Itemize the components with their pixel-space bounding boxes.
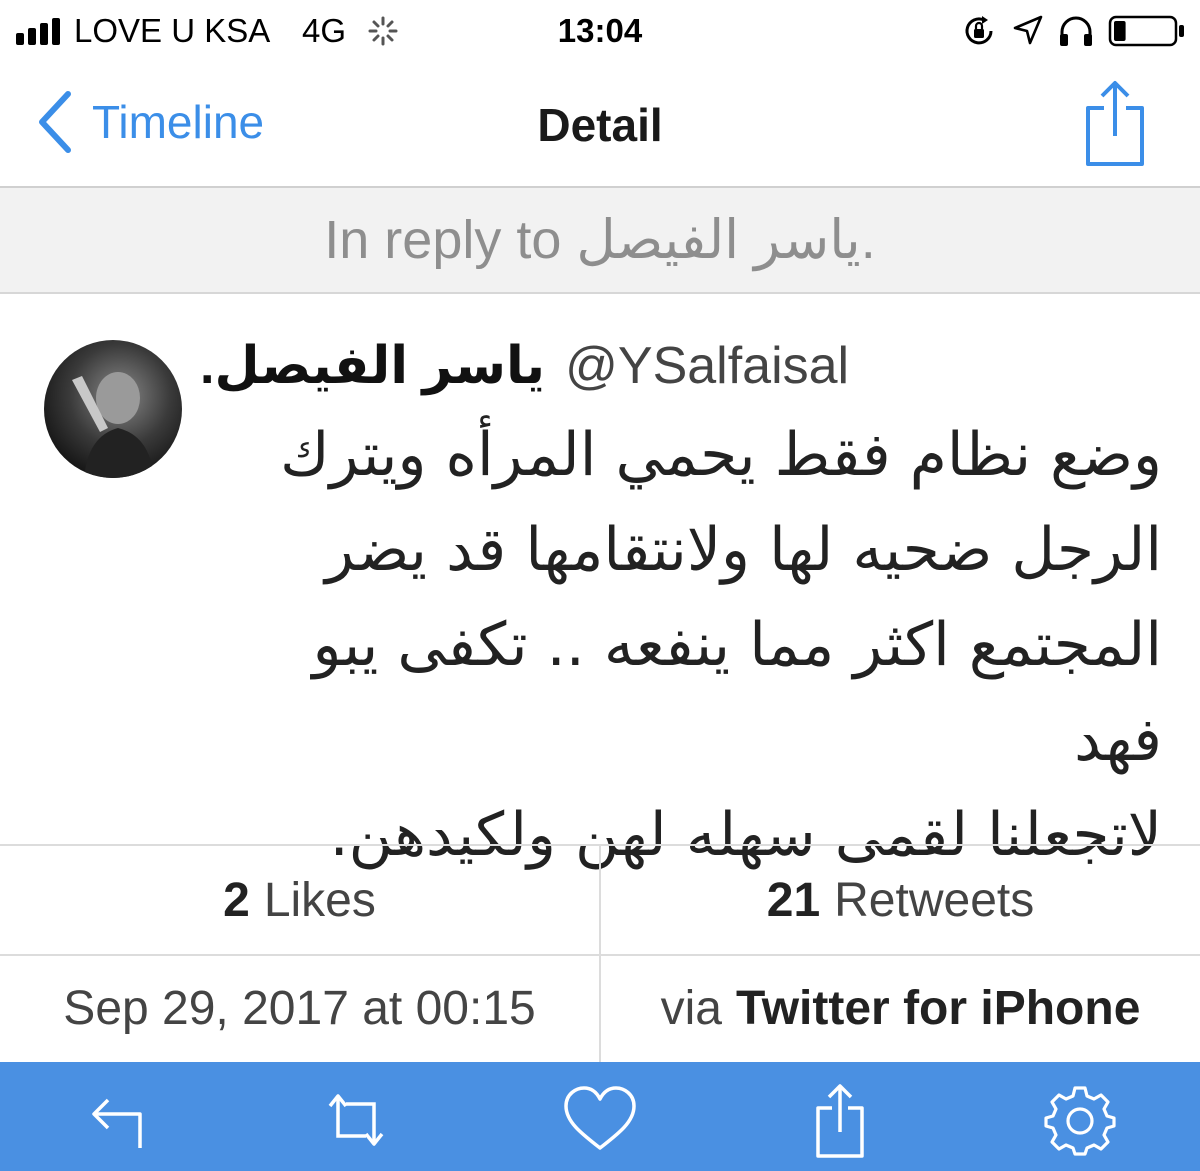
source-app: Twitter for iPhone bbox=[735, 981, 1141, 1035]
retweets-label: Retweets bbox=[834, 873, 1035, 927]
retweet-button[interactable] bbox=[318, 1082, 394, 1158]
likes-label: Likes bbox=[263, 873, 376, 927]
status-bar: LOVE U KSA 4G 13:04 bbox=[0, 0, 1200, 62]
heart-icon bbox=[564, 1086, 636, 1150]
tweet-text-line: المجتمع اكثر مما ينفعه .. تكفى يبو فهد bbox=[312, 610, 1163, 775]
author-display-name: ياسر الفيصل. bbox=[200, 337, 546, 395]
share-icon bbox=[816, 1084, 864, 1158]
tweet-text-line: وضع نظام فقط يحمي المرأه ويترك bbox=[280, 420, 1162, 490]
retweets-count: 21 bbox=[766, 873, 821, 927]
tweet-timestamp: Sep 29, 2017 at 00:15 bbox=[63, 981, 536, 1035]
headphones-icon bbox=[1060, 16, 1092, 46]
reply-button[interactable] bbox=[82, 1082, 158, 1158]
settings-button[interactable] bbox=[1042, 1082, 1118, 1158]
tweet-source[interactable]: via Twitter for iPhone bbox=[599, 954, 1200, 1062]
tweet-detail-screen: LOVE U KSA 4G 13:04 Timeline Detail In r… bbox=[0, 0, 1200, 1171]
navigation-bar: Timeline Detail bbox=[0, 62, 1200, 188]
via-prefix: via bbox=[660, 981, 722, 1035]
tweet-text-line: الرجل ضحيه لها ولانتقامها قد يضر bbox=[325, 515, 1162, 585]
author-handle: @YSalfaisal bbox=[565, 337, 850, 395]
share-button[interactable] bbox=[802, 1082, 878, 1158]
battery-icon bbox=[1108, 15, 1184, 47]
tweet-author[interactable]: ياسر الفيصل. @YSalfaisal bbox=[200, 326, 880, 406]
avatar-photo bbox=[72, 372, 154, 478]
likes-stat[interactable]: 2 Likes bbox=[0, 846, 599, 954]
share-icon[interactable] bbox=[1080, 78, 1150, 168]
reply-icon bbox=[92, 1098, 142, 1148]
tweet-meta: Sep 29, 2017 at 00:15 via Twitter for iP… bbox=[0, 954, 1200, 1062]
rotation-lock-icon bbox=[965, 16, 993, 45]
retweets-stat[interactable]: 21 Retweets bbox=[599, 846, 1200, 954]
settings-gear-icon bbox=[1044, 1086, 1116, 1156]
page-title: Detail bbox=[537, 99, 663, 151]
retweet-icon bbox=[328, 1094, 384, 1146]
avatar[interactable] bbox=[44, 340, 182, 478]
like-button[interactable] bbox=[562, 1082, 638, 1158]
likes-count: 2 bbox=[223, 873, 250, 927]
bottom-toolbar bbox=[0, 1062, 1200, 1171]
location-arrow-icon bbox=[1013, 15, 1043, 45]
tweet-stats: 2 Likes 21 Retweets bbox=[0, 844, 1200, 956]
in-reply-to-banner[interactable]: In reply to ياسر الفيصل. bbox=[0, 188, 1200, 294]
tweet-text: وضع نظام فقط يحمي المرأه ويترك الرجل ضحي… bbox=[230, 408, 1162, 883]
